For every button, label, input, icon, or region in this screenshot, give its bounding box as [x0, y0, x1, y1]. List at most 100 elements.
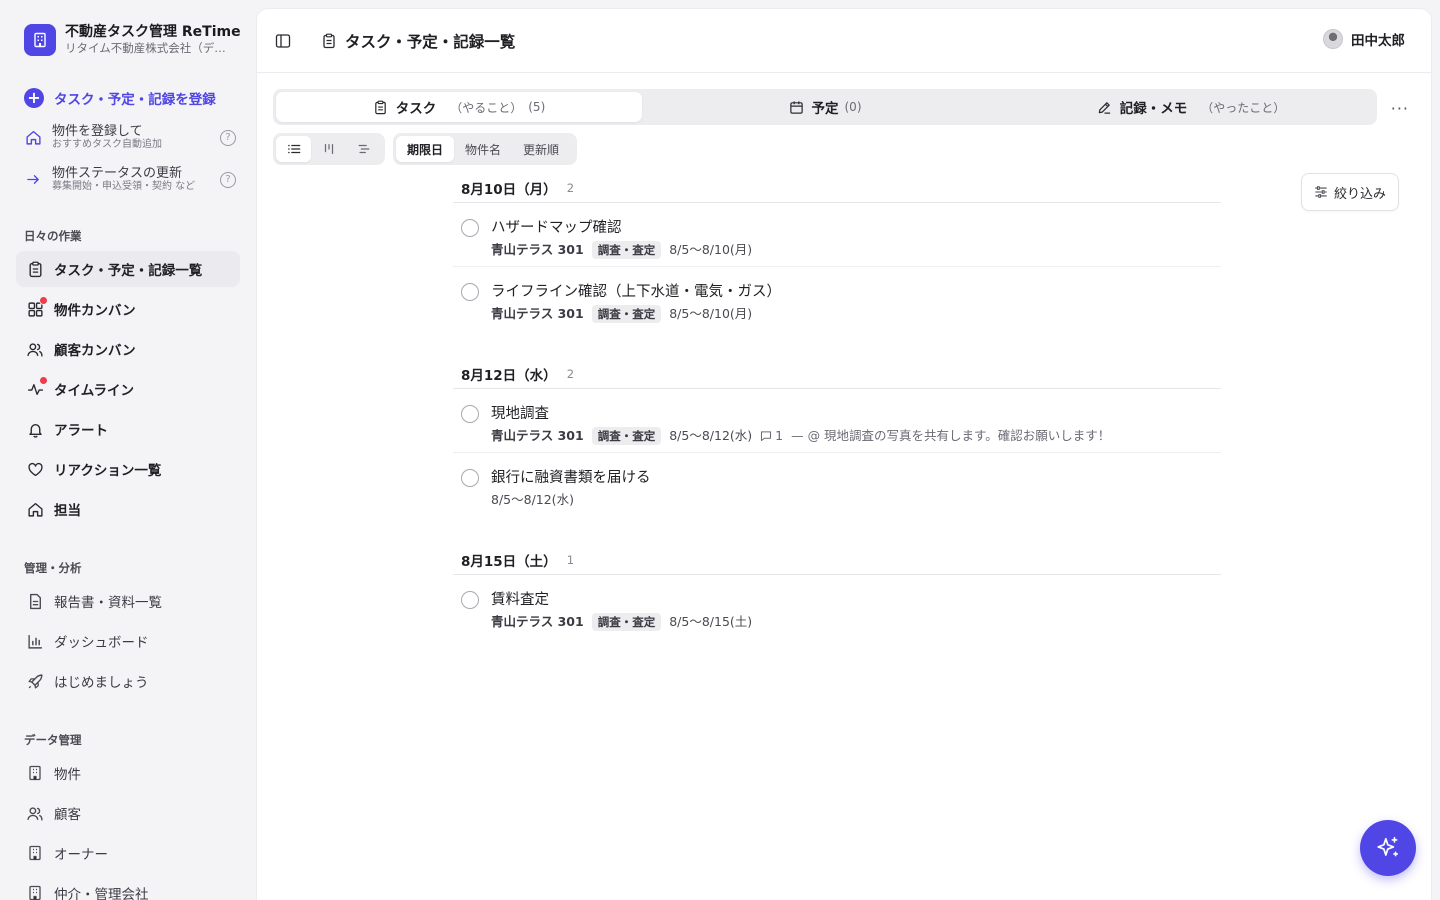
sidebar-item-label: 物件カンバン	[54, 303, 136, 319]
quick-subtitle: おすすめタスク自動追加	[52, 139, 162, 150]
sidebar-item-dashboard[interactable]: ダッシュボード	[16, 623, 240, 659]
page-title: タスク・予定・記録一覧	[321, 30, 515, 52]
building-icon	[26, 884, 44, 900]
sidebar-item-reports[interactable]: 報告書・資料一覧	[16, 583, 240, 619]
board-view-button[interactable]	[311, 136, 346, 162]
sidebar-item-label: 物件	[54, 767, 81, 783]
help-icon[interactable]: ?	[220, 129, 236, 146]
sidebar-item-label: はじめましょう	[54, 675, 149, 691]
sidebar-item-timeline[interactable]: タイムライン	[16, 371, 240, 407]
sidebar-item-alert[interactable]: アラート	[16, 411, 240, 447]
sidebar-item-brokers[interactable]: 仲介・管理会社	[16, 875, 240, 900]
clipboard-icon	[26, 260, 44, 278]
columns-icon	[324, 144, 333, 154]
task-property[interactable]: 青山テラス 301	[491, 304, 584, 324]
gantt-view-button[interactable]	[346, 136, 381, 162]
comment-preview: — @ 現地調査の写真を共有します。確認お願いします！	[791, 428, 1111, 443]
category-badge: 調査・査定	[591, 241, 662, 259]
group-header: 8月15日（土） 1	[453, 545, 1221, 575]
sidebar-item-owners[interactable]: オーナー	[16, 835, 240, 871]
group-count: 2	[566, 366, 575, 381]
sidebar-item-label: 報告書・資料一覧	[54, 595, 162, 611]
filter-button[interactable]: 絞り込み	[1301, 173, 1399, 211]
brand[interactable]: 不動産タスク管理 ReTime リタイム不動産株式会社（デ…	[24, 24, 241, 56]
task-date-range: 8/5〜8/10(月)	[669, 242, 753, 257]
sidebar-item-customer-kanban[interactable]: 顧客カンバン	[16, 331, 240, 367]
sidebar-item-assignee[interactable]: 担当	[16, 491, 240, 527]
heart-icon	[26, 460, 44, 478]
register-label: タスク・予定・記録を登録	[54, 92, 216, 108]
comment-count[interactable]: 1	[760, 426, 783, 446]
task-checkbox[interactable]	[461, 591, 479, 609]
calendar-icon	[789, 100, 803, 114]
sort-by-due-date[interactable]: 期限日	[396, 136, 455, 162]
sort-toggle: 期限日 物件名 更新順	[393, 133, 577, 165]
sidebar-item-getting-started[interactable]: はじめましょう	[16, 663, 240, 699]
topbar: タスク・予定・記録一覧 田中太郎	[257, 9, 1433, 73]
task-title: ライフライン確認（上下水道・電気・ガス）	[491, 284, 781, 300]
task-checkbox[interactable]	[461, 405, 479, 423]
notification-dot	[39, 296, 48, 305]
sidebar-item-label: 担当	[54, 503, 81, 519]
main-panel: タスク・予定・記録一覧 田中太郎 タスク （やること） (5) 予定 (0) 記…	[256, 8, 1433, 900]
sidebar: 不動産タスク管理 ReTime リタイム不動産株式会社（デ… + タスク・予定・…	[0, 0, 256, 900]
sidebar-item-task-list[interactable]: タスク・予定・記録一覧	[16, 251, 240, 287]
task-row[interactable]: ライフライン確認（上下水道・電気・ガス） 青山テラス 301 調査・査定 8/5…	[453, 267, 1221, 331]
list-icon	[287, 144, 300, 154]
avatar	[1323, 29, 1343, 49]
notification-dot	[39, 376, 48, 385]
more-options-icon[interactable]: ···	[1391, 99, 1409, 118]
type-tabs: タスク （やること） (5) 予定 (0) 記録・メモ （やったこと）	[273, 89, 1377, 125]
quick-title: 物件ステータスの更新	[52, 166, 183, 181]
home-icon	[24, 129, 42, 147]
task-date-range: 8/5〜8/10(月)	[669, 306, 753, 321]
task-checkbox[interactable]	[461, 469, 479, 487]
tab-schedule[interactable]: 予定 (0)	[642, 92, 1008, 122]
task-title: 銀行に融資書類を届ける	[491, 470, 651, 486]
sidebar-item-properties[interactable]: 物件	[16, 755, 240, 791]
task-checkbox[interactable]	[461, 219, 479, 237]
quick-subtitle: 募集開始・申込受領・契約 など	[52, 181, 196, 192]
task-property[interactable]: 青山テラス 301	[491, 612, 584, 632]
task-row[interactable]: 現地調査 青山テラス 301 調査・査定 8/5〜8/12(水) 1 — @ 現…	[453, 389, 1221, 453]
tab-label: 記録・メモ	[1119, 101, 1188, 117]
sidebar-item-label: アラート	[54, 423, 108, 439]
task-property[interactable]: 青山テラス 301	[491, 426, 584, 446]
tab-record[interactable]: 記録・メモ （やったこと）	[1008, 92, 1374, 122]
gantt-icon	[358, 144, 369, 154]
building-icon	[24, 24, 56, 56]
group-count: 2	[566, 180, 575, 195]
task-row[interactable]: 賃料査定 青山テラス 301 調査・査定 8/5〜8/15(土)	[453, 575, 1221, 639]
sort-by-updated[interactable]: 更新順	[512, 136, 570, 162]
sidebar-item-property-kanban[interactable]: 物件カンバン	[16, 291, 240, 327]
task-date-range: 8/5〜8/12(水)	[491, 492, 574, 507]
sidebar-item-label: リアクション一覧	[54, 463, 162, 479]
section-data: データ管理	[24, 733, 82, 747]
ai-assistant-button[interactable]	[1360, 820, 1416, 876]
section-daily: 日々の作業	[24, 229, 82, 243]
sidebar-item-customers[interactable]: 顧客	[16, 795, 240, 831]
help-icon[interactable]: ?	[220, 171, 236, 188]
sort-by-property[interactable]: 物件名	[454, 136, 512, 162]
register-button[interactable]: + タスク・予定・記録を登録	[24, 88, 216, 108]
sidebar-toggle-icon[interactable]	[275, 33, 291, 49]
update-status-link[interactable]: 物件ステータスの更新 募集開始・申込受領・契約 など ?	[24, 166, 236, 193]
task-row[interactable]: 銀行に融資書類を届ける 8/5〜8/12(水)	[453, 453, 1221, 517]
sidebar-item-reactions[interactable]: リアクション一覧	[16, 451, 240, 487]
sidebar-item-label: 仲介・管理会社	[54, 887, 149, 900]
date-group: 8月12日（水） 2 現地調査 青山テラス 301 調査・査定 8/5〜8/12…	[453, 359, 1221, 517]
group-header: 8月10日（月） 2	[453, 173, 1221, 203]
section-manage: 管理・分析	[24, 561, 82, 575]
tab-task[interactable]: タスク （やること） (5)	[276, 92, 642, 122]
task-property[interactable]: 青山テラス 301	[491, 240, 584, 260]
task-row[interactable]: ハザードマップ確認 青山テラス 301 調査・査定 8/5〜8/10(月)	[453, 203, 1221, 267]
arrow-right-icon	[24, 171, 42, 189]
task-checkbox[interactable]	[461, 283, 479, 301]
tab-count: (0)	[844, 100, 862, 114]
group-header: 8月12日（水） 2	[453, 359, 1221, 389]
sidebar-item-label: ダッシュボード	[54, 635, 149, 651]
register-property-link[interactable]: 物件を登録して おすすめタスク自動追加 ?	[24, 124, 236, 151]
tab-count: (5)	[528, 100, 546, 114]
user-menu[interactable]: 田中太郎	[1323, 29, 1405, 49]
list-view-button[interactable]	[276, 136, 311, 162]
